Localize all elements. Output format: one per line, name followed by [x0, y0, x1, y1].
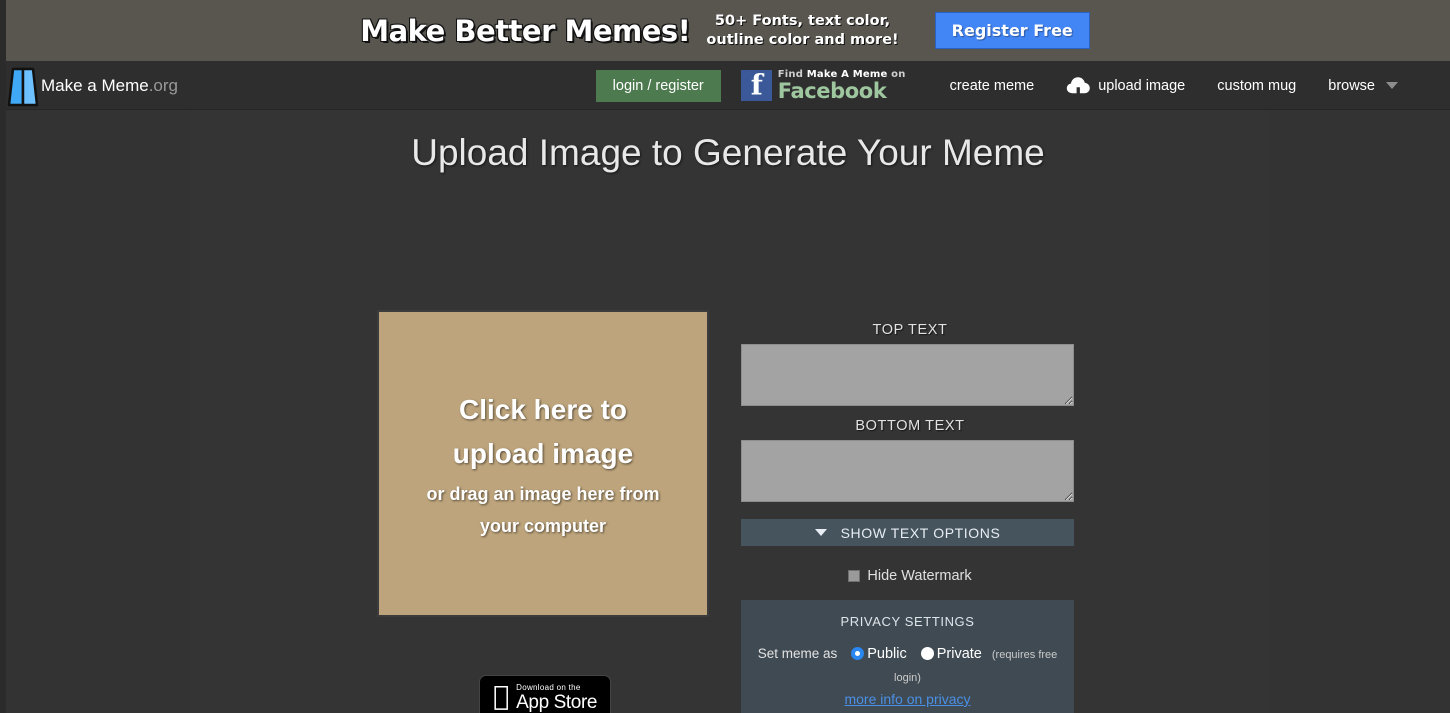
m-logo-icon — [7, 67, 39, 106]
promo-subtext-line2: outline color and more! — [706, 31, 899, 48]
page-body: Upload Image to Generate Your Meme Click… — [6, 110, 1450, 713]
nav-link-create-meme[interactable]: create meme — [934, 78, 1051, 94]
nav-link-upload-image-label: upload image — [1098, 77, 1186, 94]
facebook-badge-text: Find Make A Meme on Facebook — [777, 68, 906, 103]
top-text-input[interactable] — [741, 344, 1074, 406]
cloud-upload-icon — [1066, 77, 1090, 94]
page-title: Upload Image to Generate Your Meme — [411, 132, 1045, 173]
show-text-options-toggle[interactable]: SHOW TEXT OPTIONS — [741, 519, 1074, 546]
promo-subtext-line1: 50+ Fonts, text color, — [714, 12, 891, 29]
nav-link-browse-label: browse — [1328, 77, 1375, 94]
brand-suffix: .org — [148, 75, 178, 95]
privacy-settings-panel: PRIVACY SETTINGS Set meme as Public Privat… — [741, 600, 1074, 713]
nav-link-browse[interactable]: browse — [1312, 78, 1414, 94]
dropzone-line2: upload image — [452, 437, 634, 469]
promo-banner: Make Better Memes! 50+ Fonts, text color… — [0, 0, 1450, 61]
nav-link-upload-image[interactable]: upload image — [1050, 76, 1201, 95]
app-store-text: Download on the App Store — [508, 682, 597, 713]
promo-subtext: 50+ Fonts, text color, outline color and… — [706, 12, 898, 50]
app-store-badge[interactable]:  Download on the App Store — [479, 675, 611, 713]
dropzone-line3: or drag an image here from — [426, 483, 660, 504]
facebook-badge-line2: Facebook — [777, 78, 887, 103]
hide-watermark-checkbox[interactable] — [848, 570, 861, 582]
show-text-options-label: SHOW TEXT OPTIONS — [840, 524, 1001, 541]
window-left-gutter — [0, 0, 6, 713]
meme-form-column: TOP TEXT BOTTOM TEXT SHOW TEXT OPTIONS H… — [741, 310, 1079, 713]
dropzone-line1: Click here to — [458, 393, 628, 425]
facebook-f-icon — [740, 70, 772, 101]
login-register-button[interactable]: login / register — [595, 69, 721, 102]
privacy-private-radio[interactable] — [920, 647, 934, 660]
register-free-button[interactable]: Register Free — [934, 12, 1090, 49]
privacy-settings-title: PRIVACY SETTINGS — [840, 614, 975, 629]
privacy-public-label[interactable]: Public — [867, 646, 907, 662]
hide-watermark-label: Hide Watermark — [867, 568, 972, 584]
chevron-down-icon — [814, 529, 827, 536]
main-navbar: Make a Meme.org login / register Find Ma… — [0, 61, 1450, 110]
privacy-public-radio[interactable] — [851, 647, 865, 660]
bottom-text-label: BOTTOM TEXT — [855, 418, 965, 434]
privacy-settings-row: Set meme as Public Private (requires free l… — [753, 643, 1062, 689]
privacy-private-label[interactable]: Private — [937, 646, 982, 662]
dropzone-line4: your computer — [479, 515, 607, 536]
apple-logo-icon:  — [493, 683, 509, 710]
nav-link-custom-mug[interactable]: custom mug — [1201, 78, 1312, 94]
top-text-label: TOP TEXT — [872, 322, 948, 338]
brand-name: Make a Meme.org — [41, 75, 178, 95]
nav-link-create-meme-label: create meme — [949, 77, 1035, 94]
more-info-on-privacy-link[interactable]: more info on privacy — [844, 691, 970, 707]
set-meme-as-label: Set meme as — [757, 646, 838, 661]
image-dropzone[interactable]: Click here to upload image or drag an im… — [377, 310, 709, 617]
facebook-badge-link[interactable]: Find Make A Meme on Facebook — [740, 68, 906, 103]
bottom-text-input[interactable] — [741, 440, 1074, 502]
brand-home-link[interactable]: Make a Meme.org — [6, 61, 178, 110]
promo-headline: Make Better Memes! — [360, 13, 691, 48]
content-container — [190, 110, 1268, 713]
app-store-line2: App Store — [508, 691, 597, 713]
app-store-line1: Download on the — [508, 682, 580, 692]
nav-right-group: login / register Find Make A Meme on Fac… — [595, 61, 1414, 110]
upload-column: Click here to upload image or drag an im… — [377, 310, 713, 713]
chevron-down-icon — [1386, 82, 1398, 89]
nav-link-custom-mug-label: custom mug — [1217, 77, 1297, 94]
facebook-badge-line1: Find Make A Meme on — [777, 68, 906, 80]
hide-watermark-row[interactable]: Hide Watermark — [741, 568, 1079, 584]
